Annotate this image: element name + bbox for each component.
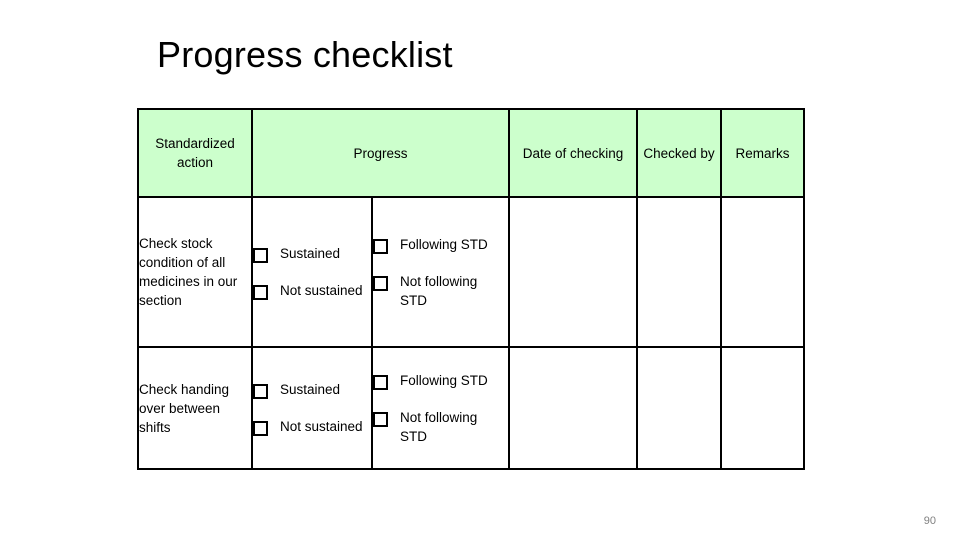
option-label: Sustained [280,382,341,397]
checkbox-icon[interactable] [373,275,388,291]
cell-progress-std: Following STD Not following STD [371,346,510,470]
option-sustained[interactable]: Sustained [253,380,371,399]
header-cell-checked-by: Checked by [636,108,722,198]
page-title: Progress checklist [157,34,453,75]
header-label-date-of-checking: Date of checking [522,145,624,161]
checkbox-icon[interactable] [373,374,388,390]
option-not-following-std[interactable]: Not following STD [373,272,508,310]
cell-date-of-checking[interactable] [508,196,638,348]
option-label: Following STD [400,372,488,388]
option-sustained[interactable]: Sustained [253,244,371,263]
cell-standardized-action: Check handing over between shifts [137,346,253,470]
header-cell-date-of-checking: Date of checking [508,108,638,198]
option-not-sustained[interactable]: Not sustained [253,417,371,436]
option-label: Sustained [280,246,341,261]
header-label-progress: Progress [353,145,408,161]
header-label-checked-by: Checked by [643,145,715,161]
option-following-std[interactable]: Following STD [373,371,508,390]
cell-date-of-checking[interactable] [508,346,638,470]
checkbox-icon[interactable] [253,248,268,263]
checkbox-icon[interactable] [253,285,268,300]
option-group-std: Following STD Not following STD [373,235,508,310]
cell-checked-by[interactable] [636,346,722,470]
header-cell-progress: Progress [251,108,510,198]
cell-progress-sustained: Sustained Not sustained [251,196,373,348]
option-label: Following STD [400,236,488,252]
option-group-sustained: Sustained Not sustained [253,244,371,300]
checkbox-icon[interactable] [253,421,268,436]
option-label: Not following STD [400,273,478,308]
option-group-std: Following STD Not following STD [373,371,508,446]
option-label: Not following STD [400,409,478,444]
header-label-remarks: Remarks [735,145,790,161]
table-header-row: Standardized action Progress Date of che… [137,108,805,198]
checkbox-icon[interactable] [253,384,268,399]
header-cell-remarks: Remarks [720,108,805,198]
action-text: Check handing over between shifts [139,381,230,435]
option-label: Not sustained [280,419,363,434]
table-row: Check handing over between shifts Sustai… [137,346,805,470]
cell-progress-std: Following STD Not following STD [371,196,510,348]
checkbox-icon[interactable] [373,411,388,427]
cell-remarks[interactable] [720,196,805,348]
cell-standardized-action: Check stock condition of all medicines i… [137,196,253,348]
progress-checklist-table: Standardized action Progress Date of che… [137,108,805,470]
cell-remarks[interactable] [720,346,805,470]
option-not-sustained[interactable]: Not sustained [253,281,371,300]
option-label: Not sustained [280,283,363,298]
option-following-std[interactable]: Following STD [373,235,508,254]
slide-canvas: Progress checklist Standardized action P… [0,0,960,540]
option-not-following-std[interactable]: Not following STD [373,408,508,446]
page-number: 90 [923,515,936,527]
checkbox-icon[interactable] [373,238,388,254]
cell-checked-by[interactable] [636,196,722,348]
cell-progress-sustained: Sustained Not sustained [251,346,373,470]
header-cell-standardized-action: Standardized action [137,108,253,198]
option-group-sustained: Sustained Not sustained [253,380,371,436]
action-text: Check stock condition of all medicines i… [139,236,238,308]
table-row: Check stock condition of all medicines i… [137,196,805,348]
header-label-standardized-action: Standardized action [155,136,235,170]
